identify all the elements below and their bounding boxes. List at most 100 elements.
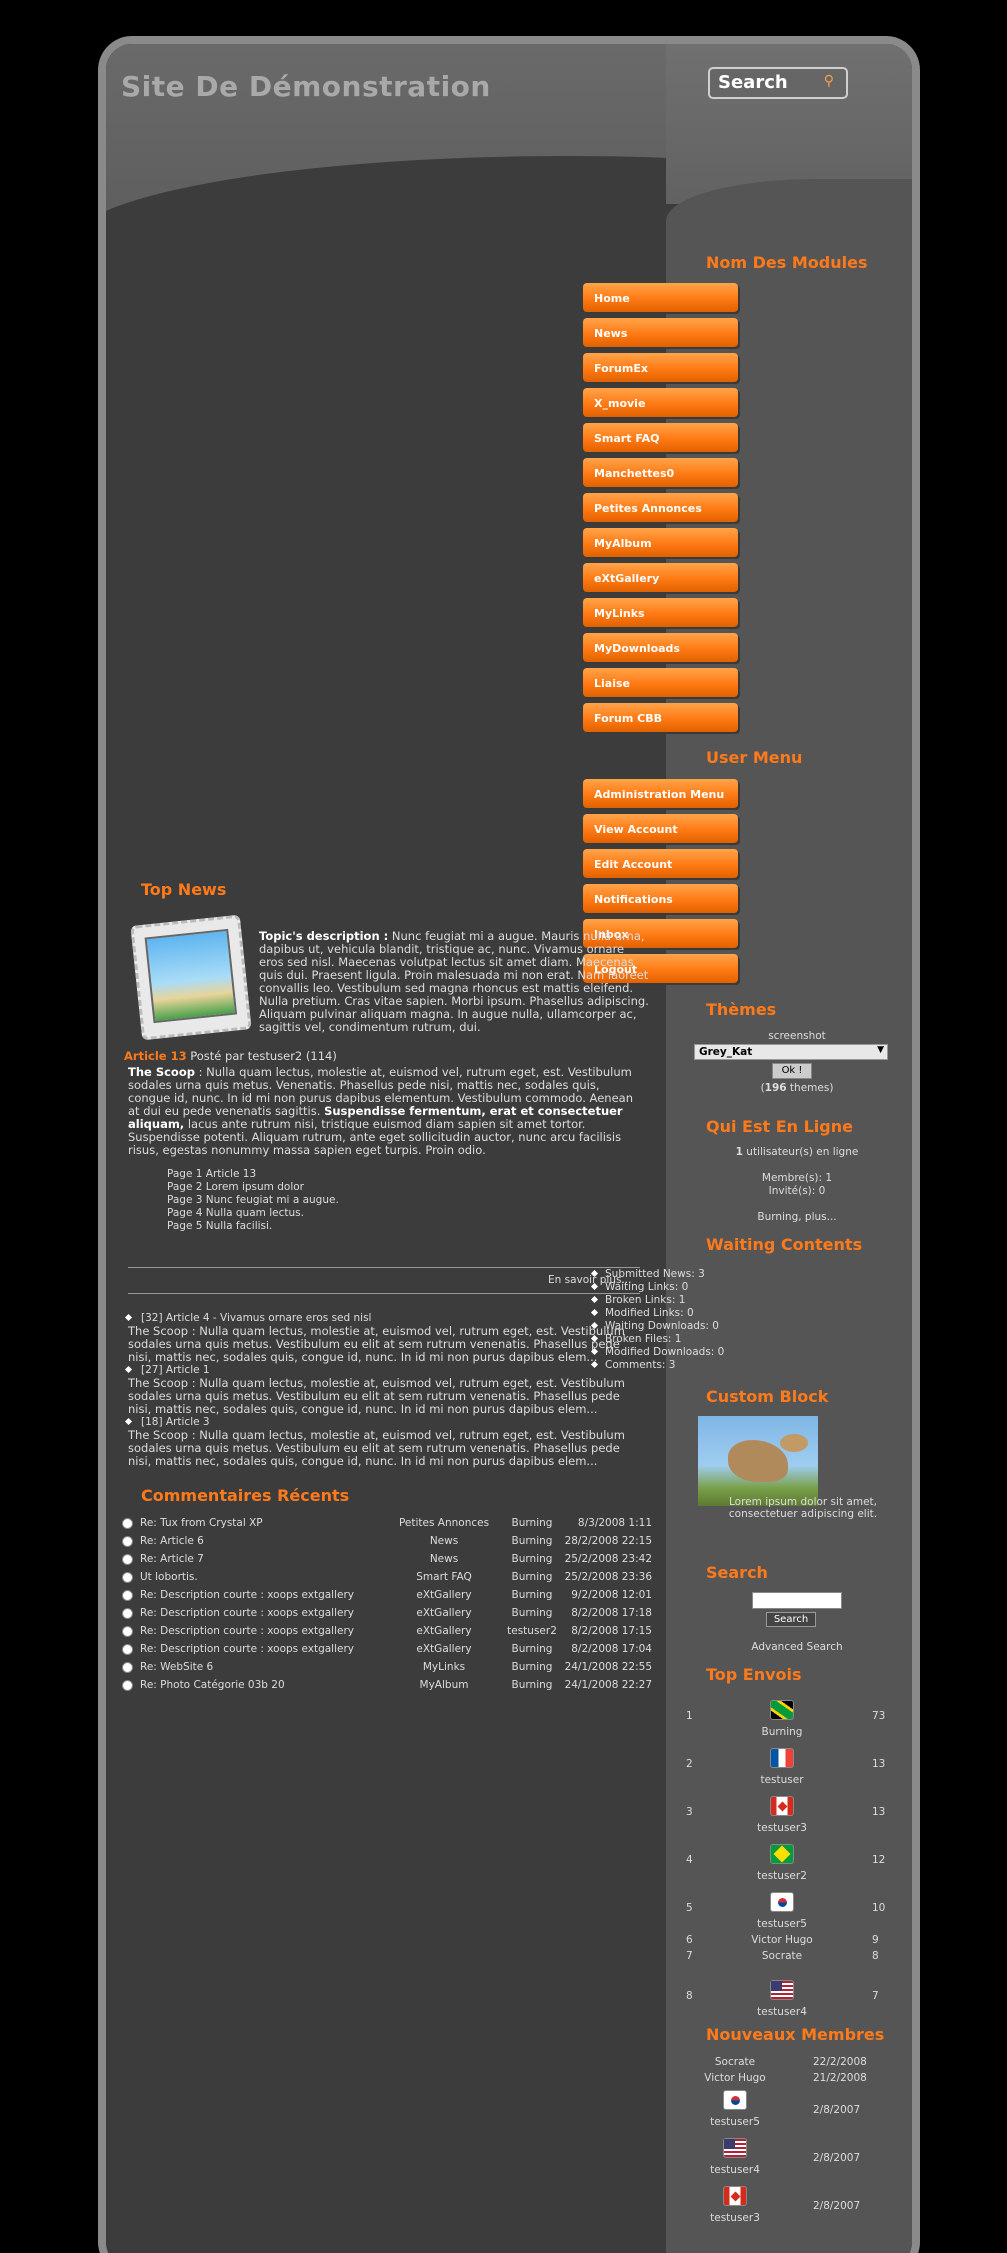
menu-item[interactable]: ForumEx <box>583 353 738 382</box>
comment-date: 24/1/2008 22:55 <box>564 1661 652 1673</box>
online-title: Qui Est En Ligne <box>706 1117 853 1136</box>
site-title[interactable]: Site De Démonstration <box>121 70 491 103</box>
menu-item[interactable]: Manchettes0 <box>583 458 738 487</box>
other-news-item[interactable]: [18] Article 3 <box>124 1416 210 1428</box>
comment-row[interactable]: Re: Article 7 News Burning 25/2/2008 23:42 <box>122 1551 652 1569</box>
comment-date: 8/2/2008 17:18 <box>571 1607 652 1619</box>
poster-name-link[interactable]: testuser4 <box>732 2006 832 2018</box>
comment-row[interactable]: Re: Description courte : xoops extgaller… <box>122 1587 652 1605</box>
flag-icon <box>723 2090 747 2110</box>
poster-name-link[interactable]: Burning <box>732 1726 832 1738</box>
comment-row[interactable]: Ut lobortis. Smart FAQ Burning 25/2/2008 23… <box>122 1569 652 1587</box>
menu-item[interactable]: Petites Annonces <box>583 493 738 522</box>
header-search[interactable]: Search ⚲ <box>708 67 848 99</box>
menu-item[interactable]: Home <box>583 283 738 312</box>
advanced-search-link[interactable]: Advanced Search <box>694 1641 900 1653</box>
theme-select[interactable]: Grey_Kat ▼ <box>694 1044 888 1060</box>
themes-count-number: 196 <box>764 1082 787 1094</box>
search-button[interactable]: Search <box>766 1612 816 1627</box>
comment-title-link[interactable]: Ut lobortis. <box>140 1571 198 1583</box>
flag-icon <box>770 1844 794 1864</box>
user-menu-item[interactable]: View Account <box>583 814 738 843</box>
other-news-item[interactable]: [32] Article 4 - Vivamus ornare eros sed… <box>124 1312 371 1324</box>
menu-item[interactable]: eXtGallery <box>583 563 738 592</box>
chevron-down-icon: ▼ <box>877 1045 884 1055</box>
article-title-link[interactable]: Article 13 <box>124 1049 187 1063</box>
user-menu-item[interactable]: Administration Menu <box>583 779 738 808</box>
article-scoop: The Scoop : Nulla quam lectus, molestie … <box>128 1065 633 1157</box>
comment-icon <box>122 1662 133 1673</box>
poster-name-link[interactable]: testuser3 <box>732 1822 832 1834</box>
waiting-title: Waiting Contents <box>706 1235 863 1254</box>
poster-name-link[interactable]: Socrate <box>732 1950 832 1962</box>
menu-item[interactable]: X_movie <box>583 388 738 417</box>
themes-ok-button[interactable]: Ok ! <box>772 1063 812 1079</box>
menu-item[interactable]: News <box>583 318 738 347</box>
bullet-icon <box>124 1365 133 1374</box>
poster-rank: 6 <box>686 1934 693 1946</box>
page-link[interactable]: Page 3 Nunc feugiat mi a augue. <box>167 1194 339 1206</box>
search-icon[interactable]: ⚲ <box>824 73 834 89</box>
member-name-link[interactable]: testuser3 <box>685 2212 785 2224</box>
comment-title-link[interactable]: Re: Photo Catégorie 03b 20 <box>140 1679 285 1691</box>
user-menu-item[interactable]: Notifications <box>583 884 738 913</box>
poster-name-link[interactable]: testuser <box>732 1774 832 1786</box>
comment-title-link[interactable]: Re: Description courte : xoops extgaller… <box>140 1643 354 1655</box>
search-input[interactable] <box>752 1592 842 1609</box>
comment-row[interactable]: Re: Description courte : xoops extgaller… <box>122 1623 652 1641</box>
comment-title-link[interactable]: Re: Description courte : xoops extgaller… <box>140 1607 354 1619</box>
menu-item[interactable]: Liaise <box>583 668 738 697</box>
menu-item[interactable]: MyLinks <box>583 598 738 627</box>
comment-title-link[interactable]: Re: Description courte : xoops extgaller… <box>140 1625 354 1637</box>
topic-description: Topic's description : Nunc feugiat mi a … <box>259 929 649 1034</box>
read-more-link[interactable]: En savoir plus... <box>548 1274 631 1286</box>
member-name-link[interactable]: testuser5 <box>685 2116 785 2128</box>
comment-title-link[interactable]: Re: Tux from Crystal XP <box>140 1517 263 1529</box>
header-search-label: Search <box>718 72 788 93</box>
modules-title: Nom Des Modules <box>706 253 868 272</box>
page-link[interactable]: Page 4 Nulla quam lectus. <box>167 1207 304 1219</box>
comment-title-link[interactable]: Re: Article 7 <box>140 1553 204 1565</box>
divider <box>128 1293 640 1294</box>
user-menu-item[interactable]: Edit Account <box>583 849 738 878</box>
top-news-title: Top News <box>141 880 227 899</box>
stamp-image <box>130 914 252 1041</box>
menu-item[interactable]: MyDownloads <box>583 633 738 662</box>
poster-name-link[interactable]: Victor Hugo <box>732 1934 832 1946</box>
comment-title-link[interactable]: Re: Description courte : xoops extgaller… <box>140 1589 354 1601</box>
poster-rank: 2 <box>686 1758 693 1770</box>
comment-row[interactable]: Re: Description courte : xoops extgaller… <box>122 1641 652 1659</box>
member-name-link[interactable]: Socrate <box>685 2056 785 2068</box>
menu-item[interactable]: Smart FAQ <box>583 423 738 452</box>
member-name-link[interactable]: testuser4 <box>685 2164 785 2176</box>
poster-name-link[interactable]: testuser2 <box>732 1870 832 1882</box>
poster-rank: 8 <box>686 1990 693 2002</box>
page-link[interactable]: Page 1 Article 13 <box>167 1168 256 1180</box>
comment-icon <box>122 1518 133 1529</box>
themes-caption: screenshot <box>768 1030 826 1042</box>
flag-icon <box>770 1796 794 1816</box>
poster-name-link[interactable]: testuser5 <box>732 1918 832 1930</box>
comment-row[interactable]: Re: Article 6 News Burning 28/2/2008 22:15 <box>122 1533 652 1551</box>
menu-item[interactable]: MyAlbum <box>583 528 738 557</box>
flag-icon <box>770 1748 794 1768</box>
flag-icon <box>770 1892 794 1912</box>
other-news-item[interactable]: [27] Article 1 <box>124 1364 210 1376</box>
comment-icon <box>122 1590 133 1601</box>
comment-title-link[interactable]: Re: Article 6 <box>140 1535 204 1547</box>
comment-row[interactable]: Re: WebSite 6 MyLinks Burning 24/1/2008 22:… <box>122 1659 652 1677</box>
comment-row[interactable]: Re: Description courte : xoops extgaller… <box>122 1605 652 1623</box>
comment-row[interactable]: Re: Photo Catégorie 03b 20 MyAlbum Burning… <box>122 1677 652 1695</box>
menu-item[interactable]: Forum CBB <box>583 703 738 732</box>
divider <box>128 1267 640 1268</box>
waiting-item[interactable]: Broken Links: 1 <box>590 1294 685 1306</box>
recent-comments-title: Commentaires Récents <box>141 1486 350 1505</box>
page-link[interactable]: Page 5 Nulla facilisi. <box>167 1220 272 1232</box>
comment-title-link[interactable]: Re: WebSite 6 <box>140 1661 213 1673</box>
waiting-item[interactable]: Modified Links: 0 <box>590 1307 694 1319</box>
comment-row[interactable]: Re: Tux from Crystal XP Petites Annonces B… <box>122 1515 652 1533</box>
member-name-link[interactable]: Victor Hugo <box>685 2072 785 2084</box>
online-users-link[interactable]: Burning, plus... <box>694 1211 900 1223</box>
comment-icon <box>122 1554 133 1565</box>
page-link[interactable]: Page 2 Lorem ipsum dolor <box>167 1181 304 1193</box>
